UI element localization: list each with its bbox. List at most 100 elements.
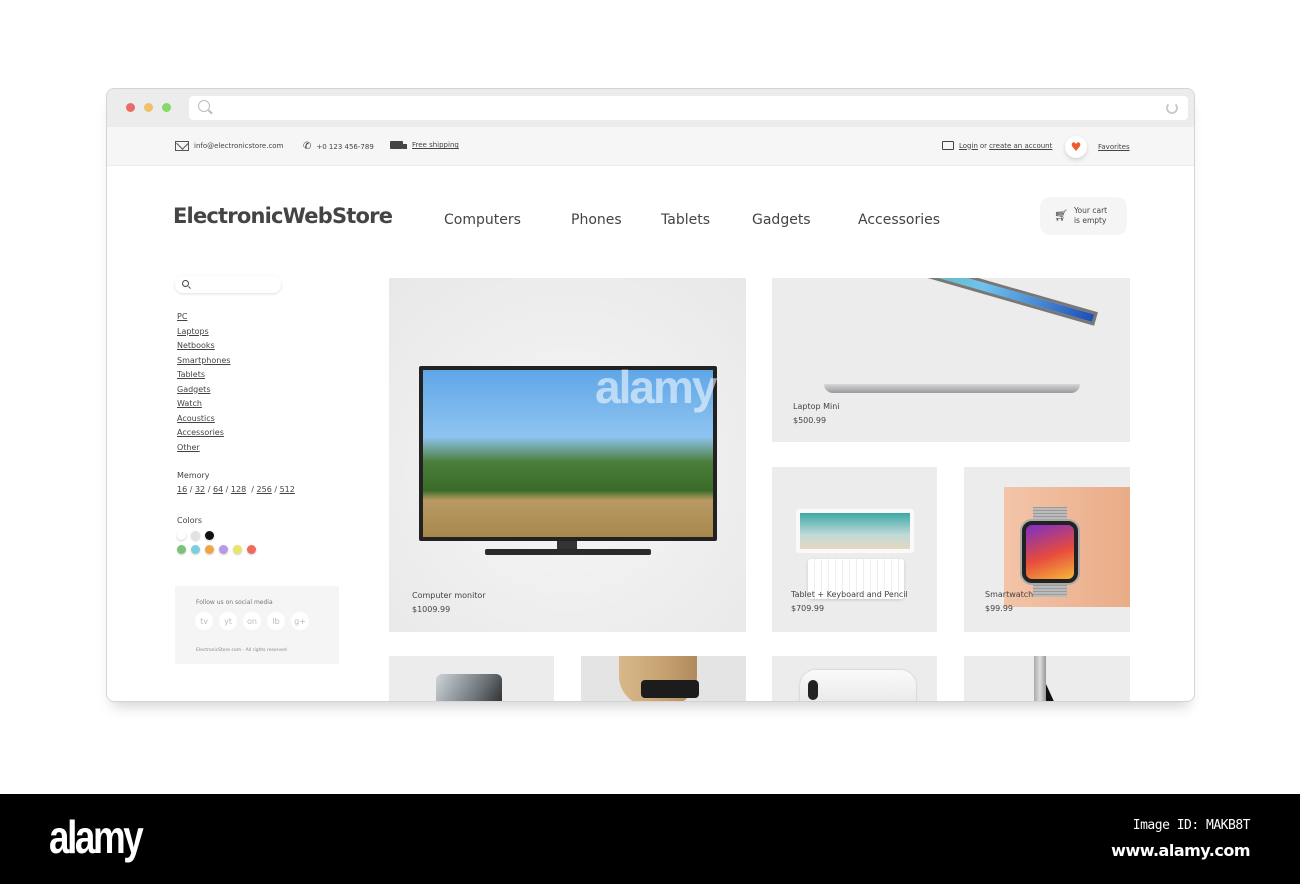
product-card-partial[interactable]	[772, 656, 937, 701]
email-info[interactable]: info@electronicstore.com	[175, 141, 283, 151]
copyright-text: ElectronicStore.com - All rights reserve…	[196, 648, 287, 653]
category-accessories[interactable]: Accessories	[177, 426, 230, 441]
cart-icon: 🛒︎	[1054, 209, 1068, 222]
color-swatch[interactable]	[233, 545, 242, 554]
favorites-link[interactable]: ♥ Favorites	[1065, 136, 1130, 158]
color-swatch[interactable]	[177, 531, 186, 540]
heart-icon: ♥	[1065, 136, 1087, 158]
color-swatch[interactable]	[205, 545, 214, 554]
monitor-image	[419, 366, 717, 558]
product-card-monitor[interactable]: alamy Computer monitor $1009.99	[389, 278, 746, 632]
login-link[interactable]: Login	[959, 142, 978, 150]
color-swatch[interactable]	[191, 545, 200, 554]
nav-phones[interactable]: Phones	[571, 212, 622, 228]
product-card-partial[interactable]	[964, 656, 1130, 701]
memory-option[interactable]: 128	[231, 485, 246, 494]
site-header: ElectronicWebStore Computers Phones Tabl…	[107, 166, 1194, 276]
swatch-spacer	[247, 531, 256, 540]
color-swatch[interactable]	[219, 545, 228, 554]
tablet-image	[796, 509, 914, 553]
nav-accessories[interactable]: Accessories	[858, 212, 940, 228]
memory-label: Memory	[177, 471, 210, 480]
social-lb-icon[interactable]: lb	[267, 612, 285, 630]
minimize-window-button[interactable]	[144, 103, 153, 112]
search-icon	[198, 100, 210, 112]
color-swatch[interactable]	[247, 545, 256, 554]
social-icons: tv yt on lb g+	[195, 612, 309, 630]
social-title: Follow us on social media	[196, 599, 273, 606]
favorites-text: Favorites	[1098, 143, 1130, 151]
search-icon	[182, 280, 189, 287]
product-name: Computer monitor	[412, 591, 486, 600]
create-account-link[interactable]: create an account	[989, 142, 1052, 150]
category-pc[interactable]: PC	[177, 310, 230, 325]
close-window-button[interactable]	[126, 103, 135, 112]
swatch-spacer	[219, 531, 228, 540]
category-netbooks[interactable]: Netbooks	[177, 339, 230, 354]
social-youtube-icon[interactable]: yt	[219, 612, 237, 630]
social-gplus-icon[interactable]: g+	[291, 612, 309, 630]
product-card-partial[interactable]	[389, 656, 554, 701]
product-price: $500.99	[793, 416, 827, 425]
reload-icon[interactable]	[1166, 102, 1178, 114]
cable-tip-image	[1046, 684, 1056, 701]
cart-line-2: is empty	[1073, 216, 1107, 225]
category-smartphones[interactable]: Smartphones	[177, 354, 230, 369]
shipping-link[interactable]: Free shipping	[390, 141, 459, 149]
social-tv-icon[interactable]: tv	[195, 612, 213, 630]
login-icon	[942, 141, 954, 150]
nav-gadgets[interactable]: Gadgets	[752, 212, 811, 228]
product-card-tablet[interactable]: Tablet + Keyboard and Pencil $709.99	[772, 467, 937, 632]
cart-button[interactable]: 🛒︎ Your cart is empty	[1040, 197, 1127, 235]
browser-window: info@electronicstore.com ✆ +0 123 456-78…	[106, 88, 1195, 702]
phone-text: +0 123 456-789	[316, 142, 374, 151]
shipping-text: Free shipping	[412, 141, 459, 149]
screen-protector-image	[436, 674, 502, 701]
maximize-window-button[interactable]	[162, 103, 171, 112]
phone-icon: ✆	[303, 141, 312, 152]
color-swatch[interactable]	[205, 531, 214, 540]
product-price: $1009.99	[412, 605, 451, 614]
memory-option[interactable]: 32	[195, 485, 205, 494]
category-other[interactable]: Other	[177, 441, 230, 456]
browser-chrome	[107, 89, 1194, 127]
category-acoustics[interactable]: Acoustics	[177, 412, 230, 427]
color-swatch[interactable]	[177, 545, 186, 554]
memory-option[interactable]: 64	[213, 485, 223, 494]
top-info-bar: info@electronicstore.com ✆ +0 123 456-78…	[107, 127, 1194, 166]
product-price: $99.99	[985, 604, 1013, 613]
social-on-icon[interactable]: on	[243, 612, 261, 630]
watermark-url: www.alamy.com	[1111, 841, 1250, 860]
category-tablets[interactable]: Tablets	[177, 368, 230, 383]
laptop-image	[822, 278, 1098, 408]
sidebar-search-input[interactable]	[175, 276, 281, 293]
color-swatch[interactable]	[191, 531, 200, 540]
category-laptops[interactable]: Laptops	[177, 325, 230, 340]
colors-label: Colors	[177, 516, 203, 525]
category-watch[interactable]: Watch	[177, 397, 230, 412]
cart-status: Your cart is empty	[1074, 206, 1107, 226]
phone-info[interactable]: ✆ +0 123 456-789	[303, 141, 374, 152]
login-area: Login or create an account	[942, 141, 1052, 150]
social-box: Follow us on social media tv yt on lb g+…	[175, 586, 339, 664]
color-swatches	[177, 531, 256, 554]
login-or-text: or	[979, 141, 988, 150]
cart-line-1: Your cart	[1073, 206, 1108, 215]
memory-option[interactable]: 16	[177, 485, 187, 494]
watermark-bar: alamy Image ID: MAKB8T www.alamy.com	[0, 794, 1300, 884]
site-logo[interactable]: ElectronicWebStore	[173, 204, 393, 228]
product-card-laptop[interactable]: Laptop Mini $500.99	[772, 278, 1130, 442]
image-id: Image ID: MAKB8T	[1132, 818, 1251, 833]
address-bar[interactable]	[189, 96, 1188, 120]
product-card-partial[interactable]	[581, 656, 746, 701]
mail-icon	[175, 141, 189, 151]
product-name: Smartwatch	[985, 590, 1034, 599]
product-name: Tablet + Keyboard and Pencil	[791, 590, 908, 599]
category-gadgets[interactable]: Gadgets	[177, 383, 230, 398]
nav-computers[interactable]: Computers	[444, 212, 521, 228]
stage: info@electronicstore.com ✆ +0 123 456-78…	[0, 0, 1300, 794]
memory-option[interactable]: 512	[280, 485, 295, 494]
memory-option[interactable]: 256	[257, 485, 272, 494]
product-card-smartwatch[interactable]: Smartwatch $99.99	[964, 467, 1130, 632]
nav-tablets[interactable]: Tablets	[661, 212, 710, 228]
